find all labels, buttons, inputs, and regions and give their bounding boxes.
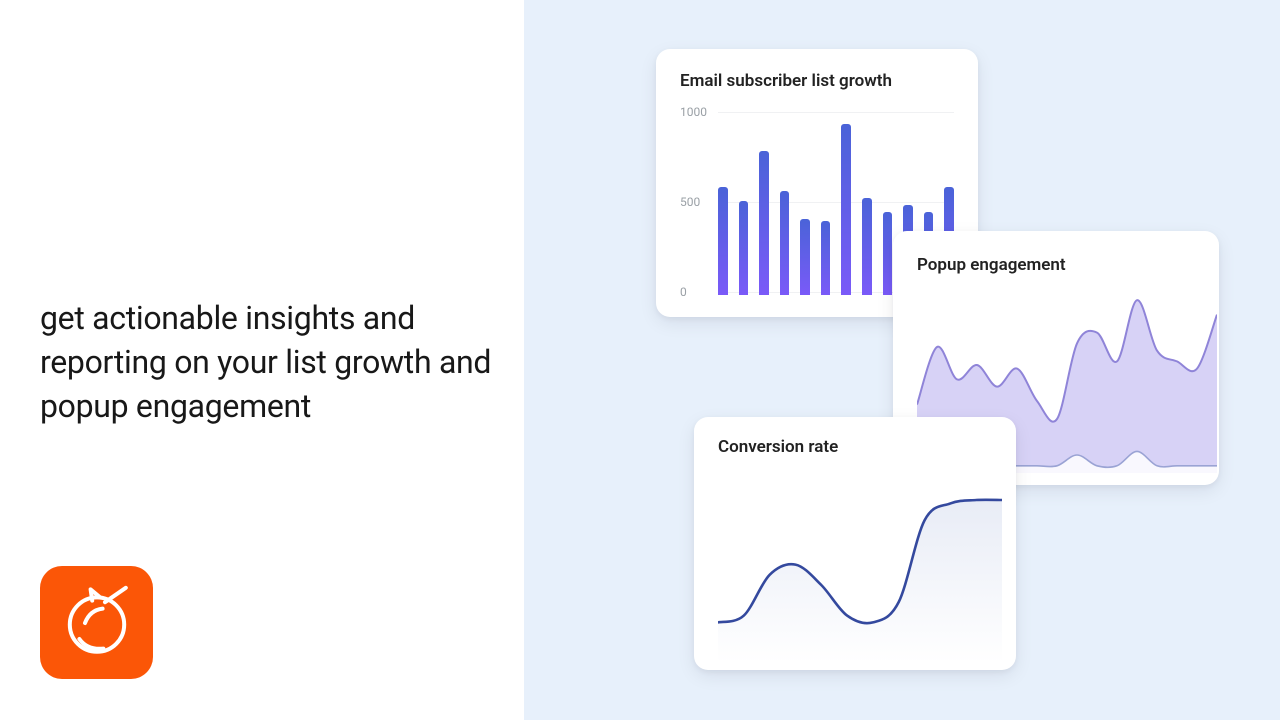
- bar: [862, 198, 872, 295]
- marketing-left-panel: get actionable insights and reporting on…: [0, 0, 524, 720]
- card-conversion-rate: Conversion rate: [694, 417, 1016, 670]
- bar: [841, 124, 851, 295]
- brand-logo: [40, 566, 153, 679]
- headline-text: get actionable insights and reporting on…: [40, 296, 500, 428]
- line-chart: [718, 463, 1002, 663]
- bar: [800, 219, 810, 295]
- charts-panel: Email subscriber list growth 1000 500 0 …: [524, 0, 1280, 720]
- bar: [739, 201, 749, 295]
- ytick: 0: [680, 285, 687, 299]
- bar: [718, 187, 728, 295]
- ytick: 500: [680, 195, 700, 209]
- bar: [780, 191, 790, 295]
- unicorn-icon: [57, 583, 137, 663]
- card-title: Popup engagement: [917, 255, 1219, 275]
- ytick: 1000: [680, 105, 707, 119]
- bar: [759, 151, 769, 295]
- bar: [883, 212, 893, 295]
- card-title: Email subscriber list growth: [680, 71, 954, 91]
- card-title: Conversion rate: [718, 437, 1016, 457]
- bar: [821, 221, 831, 295]
